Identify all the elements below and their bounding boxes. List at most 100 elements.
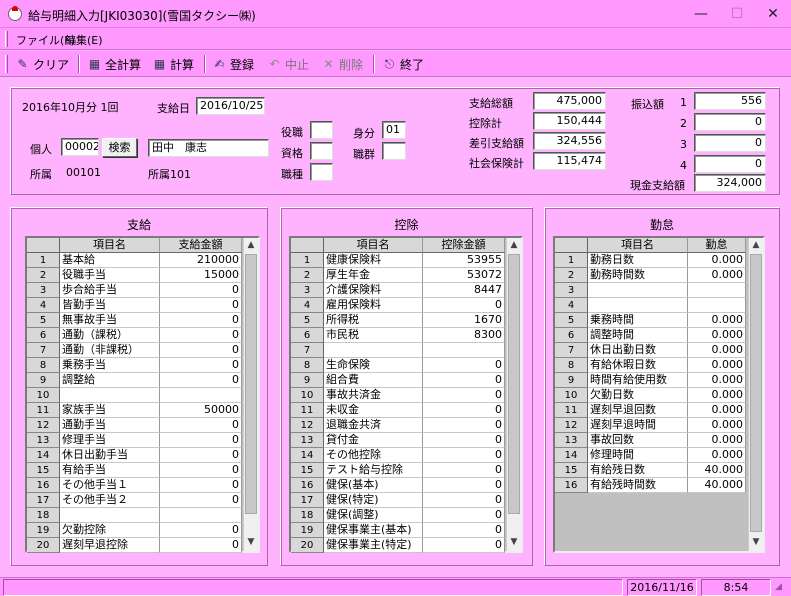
table-row[interactable]: 11 家族手当 50000: [27, 403, 242, 418]
row-number[interactable]: 12: [27, 418, 60, 433]
item-value-cell[interactable]: 15000: [160, 268, 242, 283]
table-row[interactable]: 1 健康保険料 53955: [291, 253, 505, 268]
item-value-cell[interactable]: 0: [423, 403, 505, 418]
cancel-button[interactable]: ↶ 中止: [267, 55, 309, 73]
position-field[interactable]: [310, 121, 333, 139]
item-value-cell[interactable]: 0: [423, 493, 505, 508]
item-value-cell[interactable]: 50000: [160, 403, 242, 418]
row-number[interactable]: 2: [27, 268, 60, 283]
table-row[interactable]: 5 乗務時間 0.000: [555, 313, 746, 328]
calc-button[interactable]: ▦ 計算: [152, 55, 194, 73]
item-value-cell[interactable]: 0: [160, 373, 242, 388]
row-number[interactable]: 12: [291, 418, 324, 433]
item-value-cell[interactable]: 0: [160, 313, 242, 328]
table-row[interactable]: 15 有給手当 0: [27, 463, 242, 478]
table-row[interactable]: 12 通勤手当 0: [27, 418, 242, 433]
item-value-cell[interactable]: 0: [423, 418, 505, 433]
table-row[interactable]: 20 健保事業主(特定) 0: [291, 538, 505, 553]
scroll-down-icon[interactable]: ▼: [507, 535, 521, 549]
table-row[interactable]: 8 乗務手当 0: [27, 358, 242, 373]
job-group-field[interactable]: [382, 142, 406, 160]
row-number[interactable]: 14: [555, 448, 588, 463]
row-number[interactable]: 10: [555, 388, 588, 403]
item-value-cell[interactable]: 0.000: [688, 373, 746, 388]
item-value-cell[interactable]: 1670: [423, 313, 505, 328]
table-row[interactable]: 6 通勤（課税） 0: [27, 328, 242, 343]
row-number[interactable]: 7: [555, 343, 588, 358]
table-row[interactable]: 15 有給残日数 40.000: [555, 463, 746, 478]
table-row[interactable]: 3 介護保険料 8447: [291, 283, 505, 298]
scroll-up-icon[interactable]: ▲: [507, 238, 521, 252]
transfer-field-1[interactable]: 556: [694, 92, 766, 110]
table-row[interactable]: 1 勤務日数 0.000: [555, 253, 746, 268]
item-value-cell[interactable]: 0.000: [688, 268, 746, 283]
item-value-cell[interactable]: 53955: [423, 253, 505, 268]
row-number[interactable]: 1: [291, 253, 324, 268]
table-row[interactable]: 6 調整時間 0.000: [555, 328, 746, 343]
scroll-down-icon[interactable]: ▼: [749, 535, 763, 549]
search-button[interactable]: 検索: [102, 138, 137, 157]
item-value-cell[interactable]: [688, 283, 746, 298]
table-row[interactable]: 10 事故共済金 0: [291, 388, 505, 403]
table-row[interactable]: 2 役職手当 15000: [27, 268, 242, 283]
row-number[interactable]: 17: [27, 493, 60, 508]
row-number[interactable]: 20: [291, 538, 324, 553]
item-value-cell[interactable]: 0: [423, 463, 505, 478]
item-value-cell[interactable]: 0: [160, 538, 242, 553]
item-value-cell[interactable]: 0: [160, 493, 242, 508]
qualification-field[interactable]: [310, 142, 333, 160]
table-row[interactable]: 19 健保事業主(基本) 0: [291, 523, 505, 538]
row-number[interactable]: 2: [291, 268, 324, 283]
row-number[interactable]: 10: [291, 388, 324, 403]
scroll-down-icon[interactable]: ▼: [244, 535, 258, 549]
item-value-cell[interactable]: 53072: [423, 268, 505, 283]
table-row[interactable]: 15 テスト給与控除 0: [291, 463, 505, 478]
table-row[interactable]: 7: [291, 343, 505, 358]
row-number[interactable]: 15: [27, 463, 60, 478]
minimize-icon[interactable]: —: [683, 0, 719, 28]
item-value-cell[interactable]: 0: [423, 508, 505, 523]
item-value-cell[interactable]: 0.000: [688, 253, 746, 268]
item-value-cell[interactable]: 0.000: [688, 418, 746, 433]
row-number[interactable]: 5: [291, 313, 324, 328]
table-row[interactable]: 9 時間有給使用数 0.000: [555, 373, 746, 388]
clear-button[interactable]: ✎ クリア: [15, 55, 69, 73]
item-value-cell[interactable]: 0: [160, 358, 242, 373]
item-value-cell[interactable]: 0: [160, 343, 242, 358]
item-value-cell[interactable]: 0: [423, 448, 505, 463]
row-number[interactable]: 7: [27, 343, 60, 358]
row-number[interactable]: 6: [555, 328, 588, 343]
table-row[interactable]: 4 雇用保険料 0: [291, 298, 505, 313]
table-row[interactable]: 18: [27, 508, 242, 523]
person-code-field[interactable]: 00002: [61, 138, 99, 156]
table-row[interactable]: 10 欠勤日数 0.000: [555, 388, 746, 403]
row-number[interactable]: 7: [291, 343, 324, 358]
table-row[interactable]: 5 所得税 1670: [291, 313, 505, 328]
table-row[interactable]: 3 歩合給手当 0: [27, 283, 242, 298]
register-button[interactable]: ✍ 登録: [212, 55, 254, 73]
table-row[interactable]: 20 遅刻早退控除 0: [27, 538, 242, 553]
delete-button[interactable]: ✕ 削除: [321, 55, 363, 73]
table-row[interactable]: 12 退職金共済 0: [291, 418, 505, 433]
row-number[interactable]: 15: [555, 463, 588, 478]
item-value-cell[interactable]: 40.000: [688, 478, 746, 493]
row-number[interactable]: 3: [27, 283, 60, 298]
item-value-cell[interactable]: 0.000: [688, 313, 746, 328]
table-row[interactable]: 18 健保(調整) 0: [291, 508, 505, 523]
item-value-cell[interactable]: 0: [423, 523, 505, 538]
table-row[interactable]: 14 その他控除 0: [291, 448, 505, 463]
table-row[interactable]: 4: [555, 298, 746, 313]
row-number[interactable]: 3: [291, 283, 324, 298]
item-value-cell[interactable]: 0: [423, 433, 505, 448]
row-number[interactable]: 1: [555, 253, 588, 268]
scroll-thumb[interactable]: [750, 254, 762, 532]
table-row[interactable]: 16 健保(基本) 0: [291, 478, 505, 493]
item-value-cell[interactable]: [688, 298, 746, 313]
item-value-cell[interactable]: 0: [423, 298, 505, 313]
transfer-field-3[interactable]: 0: [694, 134, 766, 152]
table-row[interactable]: 7 通勤（非課税） 0: [27, 343, 242, 358]
resize-grip-icon[interactable]: ◢: [775, 582, 787, 594]
row-number[interactable]: 14: [291, 448, 324, 463]
item-value-cell[interactable]: 0.000: [688, 388, 746, 403]
item-value-cell[interactable]: 0: [160, 283, 242, 298]
